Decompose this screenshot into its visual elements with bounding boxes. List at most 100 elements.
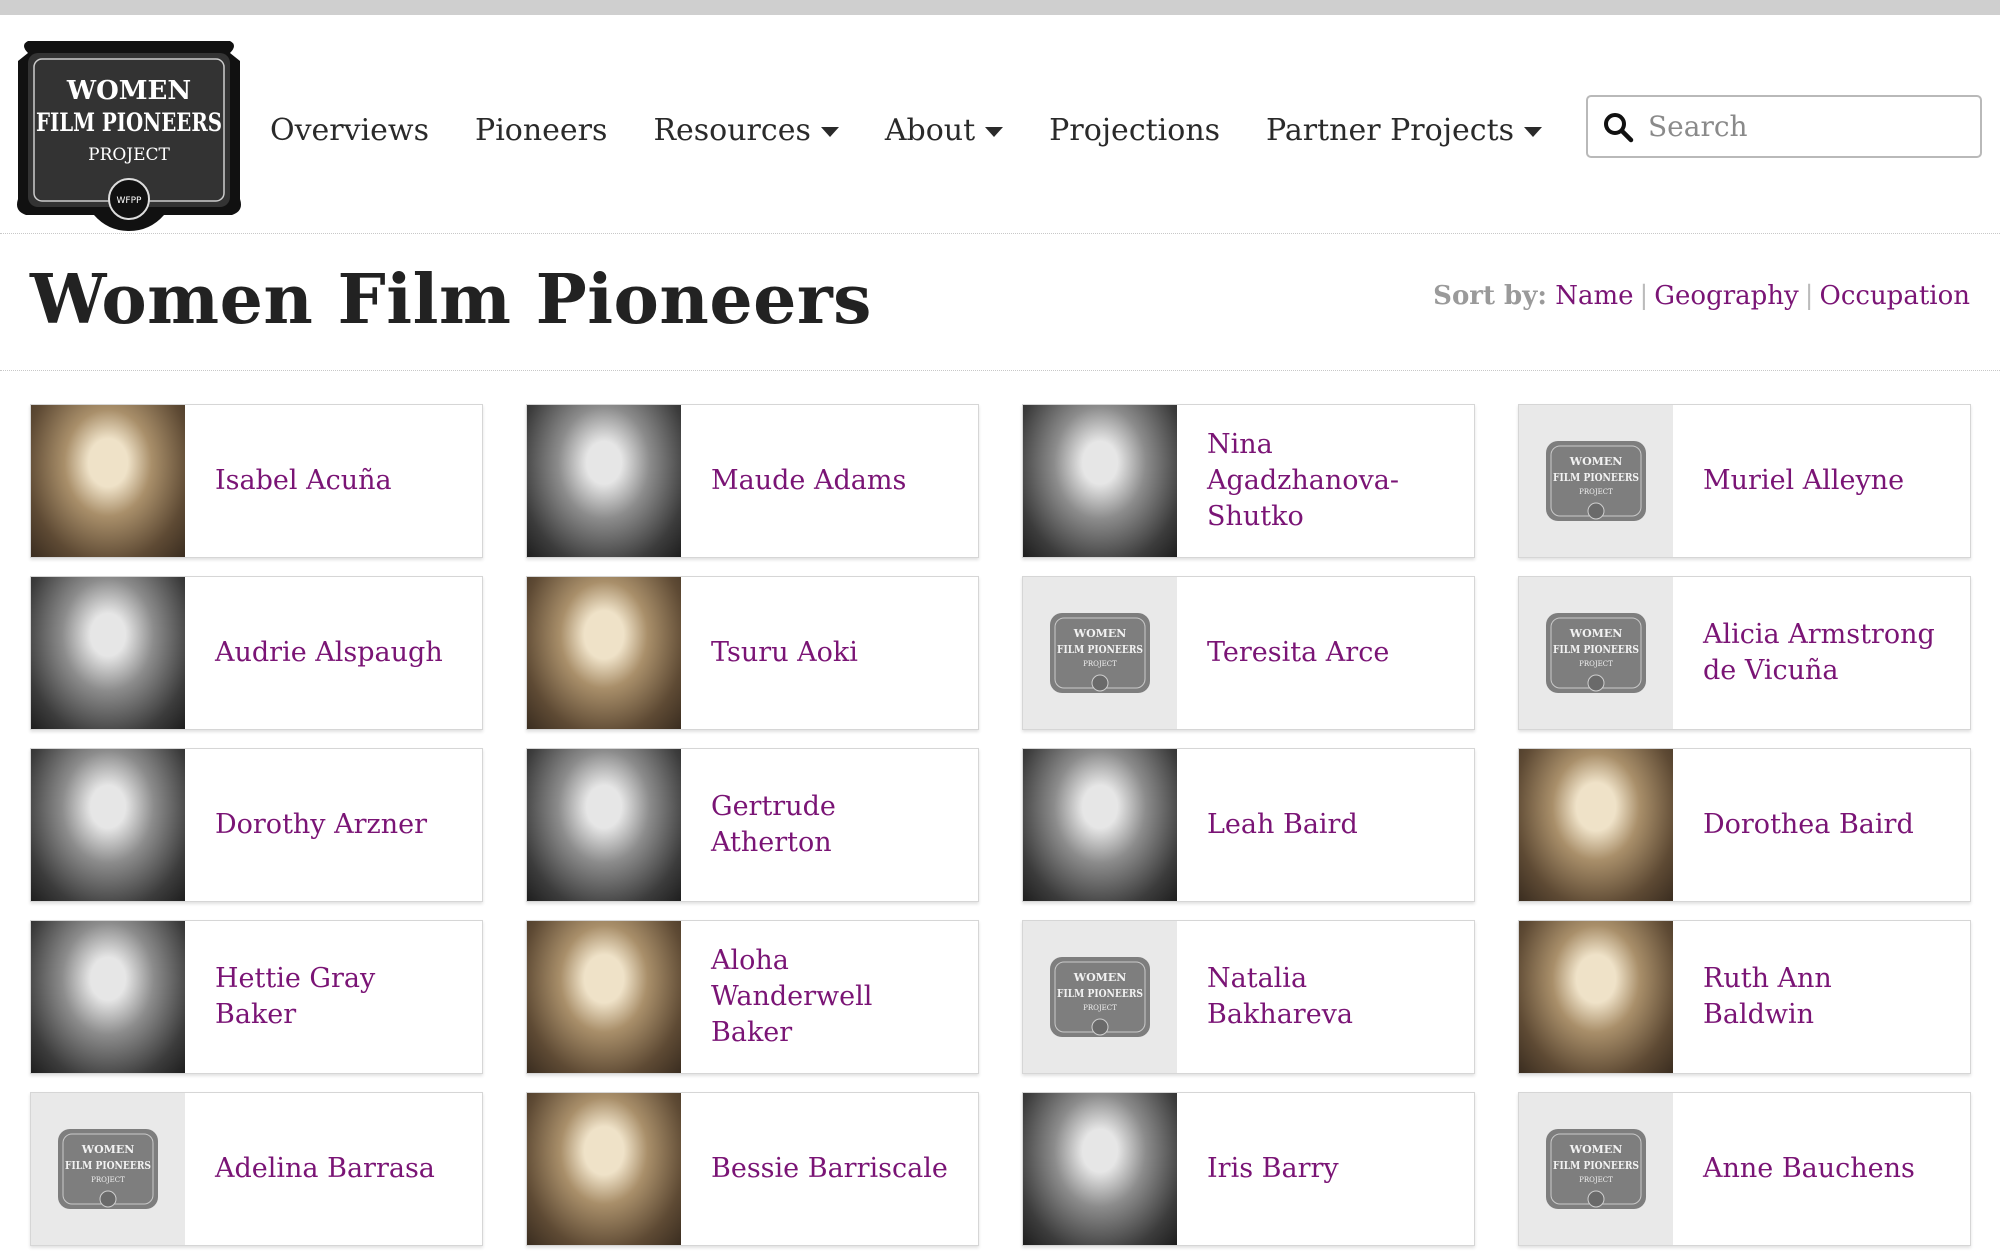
- title-row: Women Film Pioneers Sort by: Name | Geogra…: [0, 234, 2000, 371]
- pioneer-name-link[interactable]: Adelina Barrasa: [215, 1151, 435, 1187]
- sort-separator: |: [1804, 281, 1814, 311]
- nav-label: Overviews: [270, 113, 430, 148]
- pioneer-card[interactable]: Iris Barry: [1022, 1092, 1475, 1246]
- placeholder-logo-thumb: WOMEN FILM PIONEERS PROJECT: [31, 1093, 185, 1245]
- placeholder-logo-line1: WOMEN: [1569, 1143, 1623, 1156]
- sort-by-name[interactable]: Name: [1555, 281, 1633, 311]
- caret-down-icon: [820, 126, 839, 137]
- nav-label: Pioneers: [475, 113, 608, 148]
- placeholder-logo-thumb: WOMEN FILM PIONEERS PROJECT: [1519, 577, 1673, 729]
- sort-separator: |: [1639, 281, 1649, 311]
- pioneer-card[interactable]: Ruth Ann Baldwin: [1518, 920, 1971, 1074]
- pioneer-name-link[interactable]: Maude Adams: [711, 463, 906, 499]
- logo-seal: WFPP: [117, 196, 143, 206]
- pioneer-photo: [1023, 749, 1177, 901]
- pioneer-name-link[interactable]: Bessie Barriscale: [711, 1151, 948, 1187]
- nav-overviews[interactable]: Overviews: [270, 113, 429, 148]
- pioneer-card[interactable]: Nina Agadzhanova-Shutko: [1022, 404, 1475, 558]
- pioneer-card[interactable]: Tsuru Aoki: [526, 576, 979, 730]
- main-nav: Overviews Pioneers Resources About Proje…: [270, 113, 1588, 148]
- pioneer-photo: [1519, 921, 1673, 1073]
- placeholder-logo-line3: PROJECT: [1083, 1004, 1117, 1012]
- placeholder-logo-line2: FILM PIONEERS: [1057, 987, 1143, 1000]
- pioneer-photo: [527, 577, 681, 729]
- pioneer-name-link[interactable]: Teresita Arce: [1207, 635, 1389, 671]
- pioneer-name-link[interactable]: Ruth Ann Baldwin: [1703, 961, 1950, 1033]
- pioneer-name-link[interactable]: Anne Bauchens: [1703, 1151, 1915, 1187]
- pioneer-photo: [527, 749, 681, 901]
- placeholder-logo-line1: WOMEN: [1569, 455, 1623, 468]
- pioneer-name-link[interactable]: Hettie Gray Baker: [215, 961, 462, 1033]
- nav-resources[interactable]: Resources: [653, 113, 839, 148]
- pioneer-name-link[interactable]: Gertrude Atherton: [711, 789, 958, 861]
- placeholder-logo-line3: PROJECT: [1579, 660, 1613, 668]
- placeholder-logo-line2: FILM PIONEERS: [65, 1159, 151, 1172]
- pioneer-name-link[interactable]: Dorothy Arzner: [215, 807, 427, 843]
- pioneer-photo: [1023, 405, 1177, 557]
- placeholder-logo-line3: PROJECT: [1579, 488, 1613, 496]
- site-header: WOMEN FILM PIONEERS PROJECT WFPP Overvie…: [0, 15, 2000, 234]
- pioneer-photo: [31, 577, 185, 729]
- search-box: [1586, 95, 1982, 158]
- pioneer-card[interactable]: Bessie Barriscale: [526, 1092, 979, 1246]
- search-input[interactable]: [1646, 109, 1970, 144]
- pioneer-name-link[interactable]: Alicia Armstrong de Vicuña: [1703, 617, 1950, 689]
- pioneer-card[interactable]: Dorothy Arzner: [30, 748, 483, 902]
- placeholder-logo-line2: FILM PIONEERS: [1553, 1159, 1639, 1172]
- placeholder-logo-line3: PROJECT: [1579, 1176, 1613, 1184]
- logo-line1: WOMEN: [66, 76, 191, 106]
- pioneer-card[interactable]: WOMEN FILM PIONEERS PROJECT Natalia Bakhare…: [1022, 920, 1475, 1074]
- pioneer-card[interactable]: Hettie Gray Baker: [30, 920, 483, 1074]
- pioneer-card[interactable]: WOMEN FILM PIONEERS PROJECT Teresita Arce: [1022, 576, 1475, 730]
- pioneer-card[interactable]: WOMEN FILM PIONEERS PROJECT Muriel Alleyne: [1518, 404, 1971, 558]
- pioneer-name-link[interactable]: Iris Barry: [1207, 1151, 1339, 1187]
- pioneer-name-link[interactable]: Dorothea Baird: [1703, 807, 1914, 843]
- placeholder-logo-line1: WOMEN: [1073, 971, 1127, 984]
- nav-pioneers[interactable]: Pioneers: [475, 113, 607, 148]
- pioneer-photo: [527, 405, 681, 557]
- pioneer-card[interactable]: WOMEN FILM PIONEERS PROJECT Anne Bauchens: [1518, 1092, 1971, 1246]
- pioneer-name-link[interactable]: Isabel Acuña: [215, 463, 392, 499]
- search-icon[interactable]: [1602, 111, 1634, 143]
- sort-by-geography[interactable]: Geography: [1654, 281, 1798, 311]
- nav-label: About: [884, 113, 976, 148]
- pioneer-card[interactable]: WOMEN FILM PIONEERS PROJECT Alicia Armstron…: [1518, 576, 1971, 730]
- sort-label: Sort by:: [1433, 281, 1547, 311]
- placeholder-logo-line2: FILM PIONEERS: [1553, 471, 1639, 484]
- nav-label: Partner Projects: [1266, 113, 1515, 148]
- pioneer-name-link[interactable]: Natalia Bakhareva: [1207, 961, 1454, 1033]
- placeholder-logo-line2: FILM PIONEERS: [1057, 643, 1143, 656]
- pioneer-card[interactable]: Gertrude Atherton: [526, 748, 979, 902]
- pioneer-card[interactable]: Dorothea Baird: [1518, 748, 1971, 902]
- placeholder-logo-line3: PROJECT: [91, 1176, 125, 1184]
- pioneer-card[interactable]: Audrie Alspaugh: [30, 576, 483, 730]
- pioneer-card[interactable]: WOMEN FILM PIONEERS PROJECT Adelina Barrasa: [30, 1092, 483, 1246]
- pioneer-photo: [31, 749, 185, 901]
- nav-projections[interactable]: Projections: [1049, 113, 1220, 148]
- pioneer-card[interactable]: Aloha Wanderwell Baker: [526, 920, 979, 1074]
- pioneer-name-link[interactable]: Audrie Alspaugh: [215, 635, 443, 671]
- pioneer-name-link[interactable]: Muriel Alleyne: [1703, 463, 1904, 499]
- pioneer-name-link[interactable]: Leah Baird: [1207, 807, 1358, 843]
- nav-partner-projects[interactable]: Partner Projects: [1266, 113, 1543, 148]
- sort-by-occupation[interactable]: Occupation: [1820, 281, 1971, 311]
- sort-controls: Sort by: Name | Geography | Occupation: [1433, 281, 1970, 311]
- pioneer-card[interactable]: Isabel Acuña: [30, 404, 483, 558]
- placeholder-logo-line1: WOMEN: [1073, 627, 1127, 640]
- logo-line2: FILM PIONEERS: [36, 108, 222, 137]
- page-title: Women Film Pioneers: [30, 260, 872, 340]
- pioneer-photo: [527, 921, 681, 1073]
- nav-about[interactable]: About: [884, 113, 1004, 148]
- pioneer-card[interactable]: Maude Adams: [526, 404, 979, 558]
- nav-label: Resources: [653, 113, 811, 148]
- pioneer-photo: [1023, 1093, 1177, 1245]
- pioneer-photo: [31, 921, 185, 1073]
- pioneer-card[interactable]: Leah Baird: [1022, 748, 1475, 902]
- pioneer-name-link[interactable]: Tsuru Aoki: [711, 635, 858, 671]
- nav-label: Projections: [1049, 113, 1221, 148]
- placeholder-logo-line2: FILM PIONEERS: [1553, 643, 1639, 656]
- pioneer-name-link[interactable]: Nina Agadzhanova-Shutko: [1207, 427, 1454, 535]
- placeholder-logo-thumb: WOMEN FILM PIONEERS PROJECT: [1023, 921, 1177, 1073]
- pioneer-name-link[interactable]: Aloha Wanderwell Baker: [711, 943, 958, 1051]
- wfpp-logo[interactable]: WOMEN FILM PIONEERS PROJECT WFPP: [14, 39, 244, 232]
